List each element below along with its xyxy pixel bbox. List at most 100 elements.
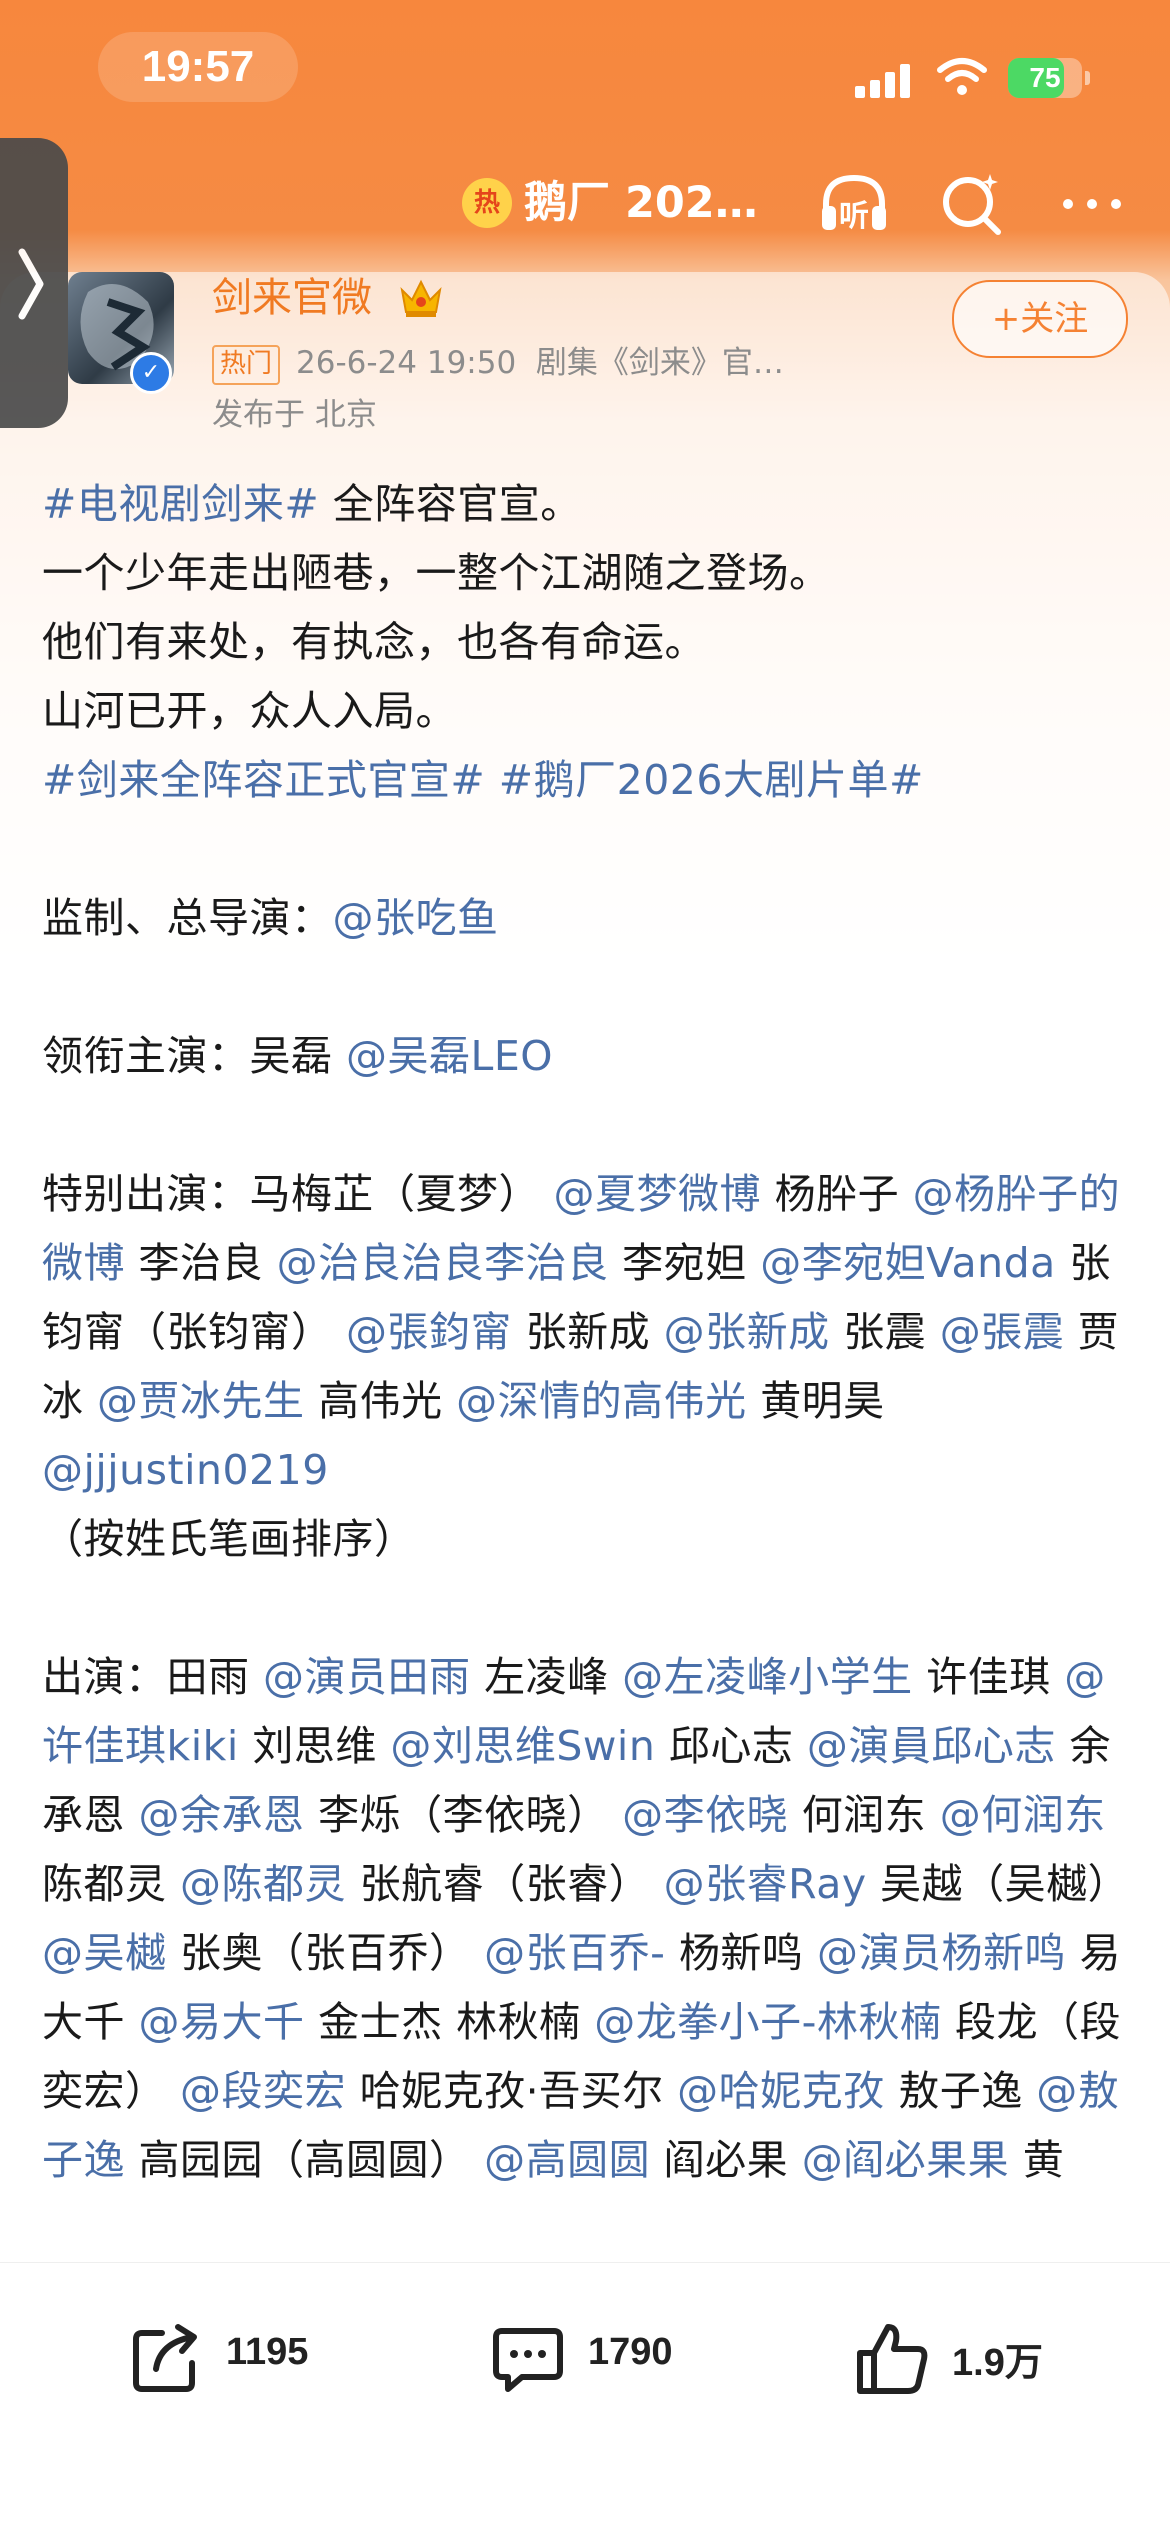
text: 全阵容官宣。 <box>319 480 582 528</box>
hot-tag: 热门 <box>212 344 281 385</box>
battery-percent: 75 <box>1029 62 1061 93</box>
mention-link[interactable]: @張鈞甯 <box>346 1308 512 1356</box>
post-timestamp: 26-6-24 19:50 <box>296 345 517 381</box>
paragraph-special: 特别出演：马梅芷（夏梦） @夏梦微博 杨肸子 @杨肸子的微博 李治良 @治良治良… <box>42 1160 1132 1574</box>
post-body: #电视剧剑来# 全阵容官宣。 一个少年走出陋巷，一整个江湖随之登场。 他们有来处… <box>42 470 1132 2195</box>
actor-name: 张奥（张百乔） <box>180 1929 485 1977</box>
actor-name: 李宛妲 <box>622 1239 761 1287</box>
paragraph-lead: 领衔主演：吴磊 @吴磊LEO <box>42 1022 1132 1091</box>
text: 一个少年走出陋巷，一整个江湖随之登场。 <box>42 549 831 597</box>
cast-list: 田雨 @演员田雨 左凌峰 @左凌峰小学生 许佳琪 @许佳琪kiki 刘思维 @刘… <box>42 1653 1129 2184</box>
mention-link[interactable]: @贾冰先生 <box>97 1377 305 1425</box>
mention-link[interactable]: @龙拳小子-林秋楠 <box>594 1998 941 2046</box>
mention-link[interactable]: @阎必果果 <box>802 2136 1010 2184</box>
status-time: 19:57 <box>98 32 298 102</box>
mention-link[interactable]: @演員邱心志 <box>807 1722 1056 1770</box>
mention-link[interactable]: @张吃鱼 <box>333 894 499 942</box>
text: 他们有来处，有执念，也各有命运。 <box>42 618 706 666</box>
repost-icon <box>133 2324 197 2392</box>
hot-badge-icon[interactable]: 热 <box>462 178 512 228</box>
actor-name: 吴磊 <box>249 1032 347 1080</box>
actor-name: 刘思维 <box>252 1722 391 1770</box>
repost-count: 1195 <box>226 2331 309 2373</box>
actor-name: 李烁（李依晓） <box>318 1791 623 1839</box>
thumbs-up-icon <box>857 2324 928 2394</box>
mention-link[interactable]: @吴磊LEO <box>346 1032 553 1080</box>
mention-link[interactable]: @李依晓 <box>622 1791 788 1839</box>
mention-link[interactable]: @治良治良李治良 <box>277 1239 609 1287</box>
mention-link[interactable]: @易大千 <box>139 1998 305 2046</box>
mention-link[interactable]: @余承恩 <box>139 1791 305 1839</box>
more-icon[interactable] <box>1054 166 1130 242</box>
comment-count: 1790 <box>588 2331 673 2373</box>
mention-link[interactable]: @李宛妲Vanda <box>760 1239 1056 1287</box>
mention-link[interactable]: @左凌峰小学生 <box>622 1653 913 1701</box>
mention-link[interactable]: @夏梦微博 <box>554 1170 762 1218</box>
actor-name: 邱心志 <box>668 1722 807 1770</box>
text: 山河已开，众人入局。 <box>42 687 457 735</box>
verified-badge-icon: ✓ <box>130 352 172 394</box>
mention-link[interactable]: @段奕宏 <box>180 2067 346 2115</box>
actor-name: 何润东 <box>801 1791 940 1839</box>
mention-link[interactable]: @jjjustin0219 <box>42 1446 329 1494</box>
role-label: 出演： <box>42 1653 167 1701</box>
paragraph-intro: #电视剧剑来# 全阵容官宣。 一个少年走出陋巷，一整个江湖随之登场。 他们有来处… <box>42 470 1132 815</box>
role-label: 领衔主演： <box>42 1032 250 1080</box>
side-drawer-handle[interactable] <box>0 138 68 428</box>
crown-icon <box>400 279 442 317</box>
actor-name: 杨新鸣 <box>678 1929 817 1977</box>
mention-link[interactable]: @刘思维Swin <box>390 1722 655 1770</box>
special-cast-list: 马梅芷（夏梦） @夏梦微博 杨肸子 @杨肸子的微博 李治良 @治良治良李治良 李… <box>42 1170 1120 1494</box>
actor-name: 黄 <box>1022 2136 1065 2184</box>
actor-name: 吴越（吴樾） <box>880 1860 1130 1908</box>
username[interactable]: 剑来官微 <box>212 270 372 326</box>
sort-note: （按姓氏笔画排序） <box>42 1515 416 1563</box>
follow-button[interactable]: +关注 <box>952 280 1128 358</box>
hashtag-link[interactable]: #鹅厂2026大剧片单# <box>499 756 924 804</box>
mention-link[interactable]: @哈妮克孜 <box>677 2067 885 2115</box>
mention-link[interactable]: @陈都灵 <box>180 1860 346 1908</box>
actor-name: 哈妮克孜·吾买尔 <box>359 2067 678 2115</box>
actor-name: 高伟光 <box>318 1377 457 1425</box>
mention-link[interactable]: @张百乔- <box>484 1929 665 1977</box>
actor-name: 许佳琪 <box>926 1653 1065 1701</box>
actor-name: 黄明昊 <box>760 1377 885 1425</box>
chevron-right-icon <box>18 248 44 320</box>
actor-name: 金士杰 <box>318 1998 457 2046</box>
actor-name: 张震 <box>843 1308 940 1356</box>
actor-name: 高园园（高圆圆） <box>138 2136 485 2184</box>
cellular-signal-icon <box>855 62 911 98</box>
mention-link[interactable]: @演员田雨 <box>263 1653 471 1701</box>
battery-cap <box>1085 71 1090 85</box>
mention-link[interactable]: @高圆圆 <box>484 2136 650 2184</box>
mention-link[interactable]: @张新成 <box>664 1308 830 1356</box>
listen-label: 听 <box>839 199 869 234</box>
actor-name: 田雨 <box>166 1653 264 1701</box>
hashtag-link[interactable]: #电视剧剑来# <box>42 480 319 528</box>
actor-name: 张航睿（张睿） <box>359 1860 664 1908</box>
actor-name: 马梅芷（夏梦） <box>249 1170 554 1218</box>
mention-link[interactable]: @吴樾 <box>42 1929 167 1977</box>
actor-name: 李治良 <box>138 1239 277 1287</box>
like-count: 1.9万 <box>952 2342 1043 2384</box>
mention-link[interactable]: @张睿Ray <box>664 1860 867 1908</box>
actor-name: 张新成 <box>525 1308 664 1356</box>
paragraph-director: 监制、总导演：@张吃鱼 <box>42 884 1132 953</box>
mention-link[interactable]: @張震 <box>940 1308 1065 1356</box>
comment-icon <box>493 2328 563 2392</box>
post-source[interactable]: 剧集《剑来》官… <box>536 345 784 381</box>
mention-link[interactable]: @演员杨新鸣 <box>817 1929 1066 1977</box>
actor-name: 左凌峰 <box>484 1653 623 1701</box>
hashtag-link[interactable]: #剑来全阵容正式官宣# <box>42 756 485 804</box>
post-location: 发布于 北京 <box>212 397 377 433</box>
wifi-icon <box>937 58 987 95</box>
mention-link[interactable]: @何润东 <box>940 1791 1106 1839</box>
listen-headphones-icon[interactable]: 听 <box>816 166 892 242</box>
mention-link[interactable]: @深情的高伟光 <box>456 1377 747 1425</box>
nav-title[interactable]: 鹅厂 202… <box>524 172 784 234</box>
actor-name: 杨肸子 <box>774 1170 913 1218</box>
search-icon[interactable] <box>934 166 1010 242</box>
actor-name: 阎必果 <box>663 2136 802 2184</box>
post-meta: 热门 26-6-24 19:50 剧集《剑来》官… <box>212 340 784 386</box>
battery-icon: 75 <box>1008 58 1082 98</box>
